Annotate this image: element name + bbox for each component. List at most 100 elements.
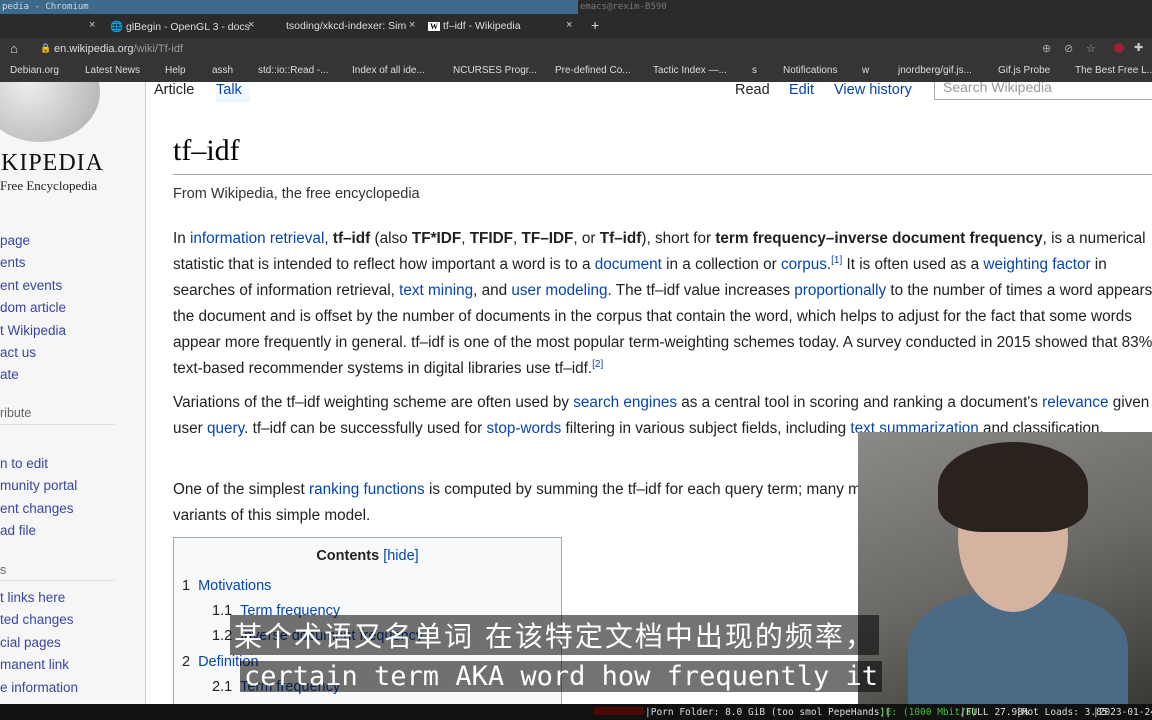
toc-item[interactable]: 1.2 Inverse document frequency [212, 628, 423, 644]
toc-label: Term frequency [240, 603, 341, 619]
wiki-link[interactable]: search engines [573, 394, 677, 411]
sidebar-link[interactable]: t links here [0, 590, 65, 605]
tracking-icon[interactable]: ⊘ [1064, 42, 1073, 55]
wiki-link[interactable]: stop-words [486, 420, 561, 437]
bookmark-item[interactable]: s [752, 65, 757, 76]
toc-number: 2 [182, 654, 191, 670]
wikipedia-globe-logo[interactable] [0, 82, 100, 142]
bookmark-item[interactable]: Debian.org [10, 65, 59, 76]
new-tab-button[interactable]: + [591, 14, 599, 38]
wiki-link[interactable]: weighting factor [983, 256, 1090, 273]
bookmark-item[interactable]: Help [165, 65, 186, 76]
window-titlebar: pedia - Chromium emacs@rexim-B590 [0, 0, 1152, 14]
text: In [173, 230, 191, 247]
toc-hide-link[interactable]: [hide] [383, 548, 418, 564]
sidebar-link[interactable]: ents [0, 255, 26, 270]
tab-label: tf–idf - Wikipedia [442, 20, 521, 32]
text: (also [370, 230, 412, 247]
tab-edit[interactable]: Edit [789, 82, 814, 98]
sidebar-link[interactable]: t Wikipedia [0, 323, 66, 338]
wikipedia-icon: W [428, 22, 440, 31]
tagline: Free Encyclopedia [0, 178, 98, 193]
sidebar-link[interactable]: ate [0, 367, 19, 382]
home-icon[interactable]: ⌂ [10, 41, 18, 56]
close-tab-icon[interactable]: × [89, 19, 95, 31]
bookmark-item[interactable]: Gif.js Probe [998, 65, 1050, 76]
toc-label: Motivations [198, 578, 272, 594]
tab-talk[interactable]: Talk [216, 82, 250, 102]
bookmark-item[interactable]: Tactic Index —... [653, 65, 727, 76]
bold-term: term frequency–inverse document frequenc… [715, 230, 1043, 247]
wiki-link[interactable]: query [207, 420, 244, 437]
sidebar-link[interactable]: ent events [0, 278, 62, 293]
wiki-link[interactable]: ranking functions [309, 481, 425, 498]
toc-item[interactable]: 1.1 Term frequency [212, 603, 340, 619]
wiki-link[interactable]: document [595, 256, 662, 273]
tab[interactable]: tsoding/xkcd-indexer: Sim × [286, 14, 426, 38]
wiki-link[interactable]: corpus [781, 256, 827, 273]
citation-link[interactable]: [2] [592, 359, 603, 370]
sidebar-link[interactable]: page [0, 233, 30, 248]
bookmark-item[interactable]: assh [212, 65, 233, 76]
sidebar-link[interactable]: e information [0, 680, 78, 695]
lock-icon[interactable]: 🔒 [40, 43, 51, 54]
wiki-link[interactable]: user modeling [511, 282, 607, 299]
sidebar-link[interactable]: munity portal [0, 478, 77, 493]
bookmark-item[interactable]: NCURSES Progr... [453, 65, 537, 76]
wikipedia-wordmark: IKIPEDIA [0, 150, 104, 176]
wiki-link[interactable]: relevance [1042, 394, 1108, 411]
wiki-link[interactable]: proportionally [794, 282, 886, 299]
text: , [324, 230, 333, 247]
tab-label: glBegin - OpenGL 3 - docs [126, 21, 250, 33]
toc-number: 1.1 [212, 603, 233, 619]
text: filtering in various subject fields, inc… [561, 420, 851, 437]
sidebar-link[interactable]: manent link [0, 657, 69, 672]
text: It is often used as a [842, 256, 984, 273]
bold-term: TF–IDF [521, 230, 574, 247]
toc-item[interactable]: 1 Motivations [182, 578, 271, 594]
star-icon[interactable]: ☆ [1086, 42, 1096, 55]
sidebar-link[interactable]: ad file [0, 523, 36, 538]
url-field[interactable]: en.wikipedia.org/wiki/Tf-idf [54, 43, 183, 55]
bookmark-item[interactable]: Notifications [783, 65, 837, 76]
extension-icon[interactable] [1114, 43, 1124, 53]
bookmark-item[interactable]: jnordberg/gif.js... [898, 65, 972, 76]
bookmark-item[interactable]: std::io::Read -... [258, 65, 329, 76]
toc-item[interactable]: 2 Definition [182, 654, 259, 670]
bookmark-item[interactable]: Index of all ide... [352, 65, 425, 76]
tab-article[interactable]: Article [154, 82, 194, 98]
bookmarks-bar: Debian.org Latest News Help assh std::io::Re… [0, 60, 1152, 82]
close-tab-icon[interactable]: × [248, 19, 254, 31]
text: ), short for [641, 230, 716, 247]
sidebar-link[interactable]: n to edit [0, 456, 48, 471]
search-input[interactable]: Search Wikipedia [934, 82, 1152, 100]
bold-term: TFIDF [469, 230, 514, 247]
status-date: |2023-01-24 2 [1093, 707, 1152, 718]
close-tab-icon[interactable]: × [566, 19, 572, 31]
sidebar-link[interactable]: act us [0, 345, 36, 360]
tab[interactable]: × [0, 14, 102, 38]
text: , [513, 230, 522, 247]
puzzle-icon[interactable]: ✚ [1134, 41, 1143, 54]
close-tab-icon[interactable]: × [409, 19, 415, 31]
text: in a collection or [661, 256, 781, 273]
tab-read[interactable]: Read [735, 82, 770, 98]
sidebar-link[interactable]: cial pages [0, 635, 61, 650]
bookmark-item[interactable]: The Best Free L... [1075, 65, 1152, 76]
bookmark-item[interactable]: w [862, 65, 869, 76]
tab-active[interactable]: W tf–idf - Wikipedia × [428, 14, 578, 38]
tab-view-history[interactable]: View history [834, 82, 912, 98]
sidebar-link[interactable]: ted changes [0, 612, 74, 627]
citation-link[interactable]: [1] [831, 255, 842, 266]
zoom-icon[interactable]: ⊕ [1042, 42, 1051, 55]
bookmark-item[interactable]: Pre-defined Co... [555, 65, 631, 76]
text: Variations of the tf–idf weighting schem… [173, 394, 574, 411]
toc-item[interactable]: 2.1 Term frequency [212, 679, 340, 695]
tab[interactable]: 🌐 glBegin - OpenGL 3 - docs × [110, 14, 260, 38]
wiki-link[interactable]: text mining [399, 282, 473, 299]
sidebar-link[interactable]: ent changes [0, 501, 74, 516]
emacs-title: emacs@rexim-B590 [580, 2, 667, 12]
sidebar-link[interactable]: dom article [0, 300, 66, 315]
bookmark-item[interactable]: Latest News [85, 65, 140, 76]
wiki-link[interactable]: information retrieval [190, 230, 324, 247]
